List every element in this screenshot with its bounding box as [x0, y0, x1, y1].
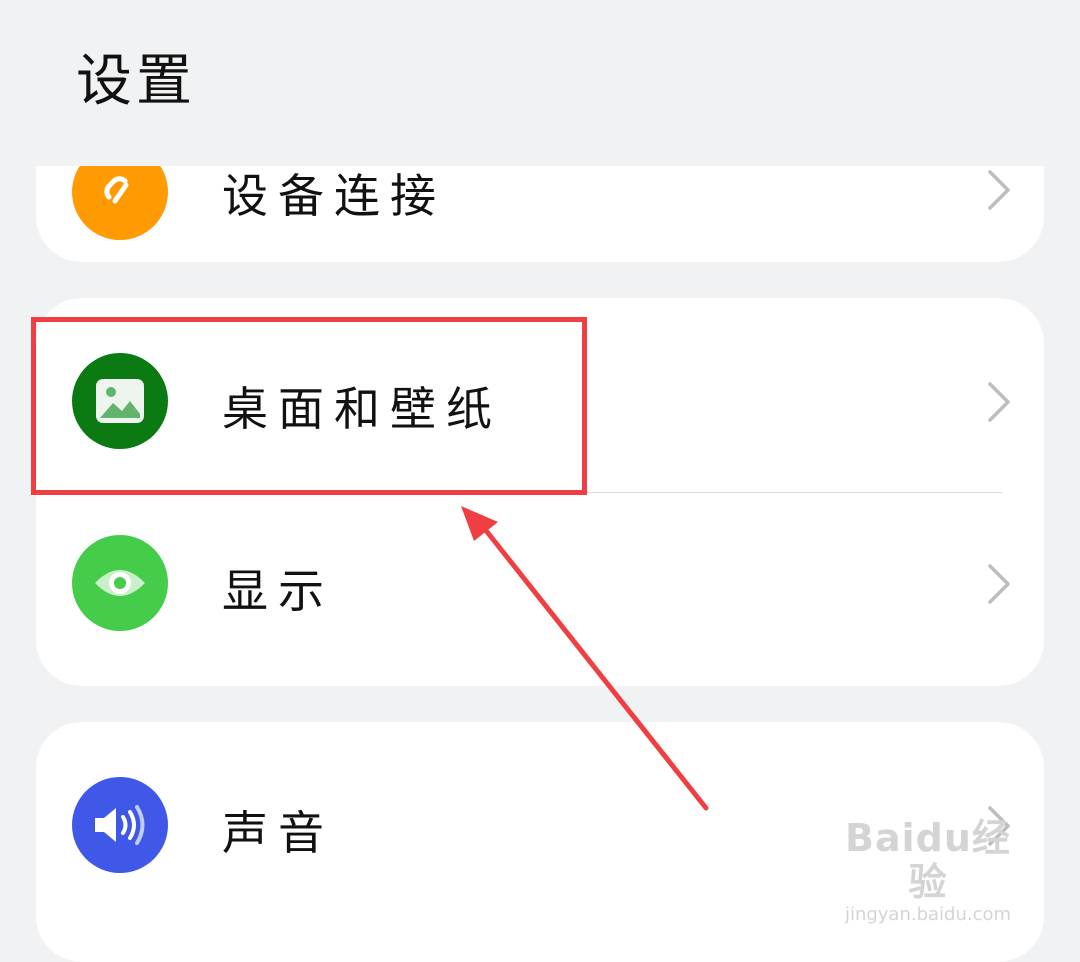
annotation-arrow: [461, 506, 709, 811]
watermark-logo: Baidu经验: [845, 816, 1011, 904]
watermark-url: jingyan.baidu.com: [844, 904, 1012, 925]
watermark: Baidu经验 jingyan.baidu.com: [828, 796, 1028, 925]
